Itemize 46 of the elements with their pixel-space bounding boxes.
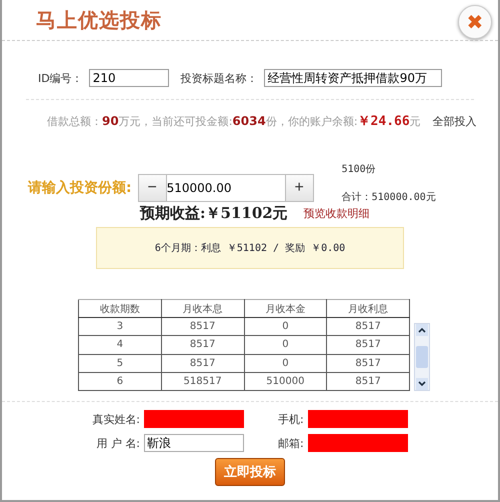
table-cell: 3: [78, 318, 162, 336]
column-header: 月收本息: [161, 300, 244, 318]
table-cell: 6: [78, 372, 162, 390]
table-cell: 8517: [161, 336, 244, 354]
scrollbar[interactable]: [414, 323, 430, 391]
field-label: ID编号：: [38, 70, 83, 86]
field-label: 手机:: [278, 412, 304, 426]
amount-label: 请输入投资份额:: [28, 179, 132, 197]
total-amount: 合计：510000.00元: [342, 190, 436, 204]
text-field[interactable]: 210: [88, 69, 169, 87]
field-label: 投资标题名称：: [180, 70, 258, 86]
field-label: 真实姓名:: [92, 412, 140, 426]
table-cell: 8517: [326, 318, 410, 336]
field-label: 邮箱:: [278, 436, 304, 450]
interest-notice: 6个月期：利息 ￥51102 / 奖励 ￥0.00: [96, 227, 404, 269]
minus-button[interactable]: −: [138, 174, 167, 202]
table-cell: 8517: [326, 354, 410, 372]
currency-unit: 元: [410, 114, 421, 128]
loan-summary: 借款总额：90万元，当前还可投金额:6034份，你的账户余额:: [47, 114, 358, 128]
field-label: 用 户 名:: [95, 436, 140, 450]
plus-button[interactable]: +: [284, 174, 314, 202]
column-header: 月收利息: [326, 300, 410, 318]
table-cell: 8517: [161, 318, 244, 336]
table-cell: 4: [78, 336, 162, 354]
amount-field[interactable]: 510000.00: [166, 174, 285, 202]
table-cell: 5: [78, 354, 162, 372]
invest-all-link[interactable]: 全部投入: [432, 114, 477, 128]
table-cell: 0: [244, 336, 327, 354]
expected-income: 预期收益:￥51102元: [140, 204, 288, 223]
table-cell: 510000: [244, 372, 327, 390]
table-cell: 8517: [161, 354, 244, 372]
table-cell: 8517: [326, 336, 410, 354]
table-cell: 518517: [161, 372, 244, 390]
column-header: 月收本金: [244, 300, 327, 318]
table-cell: 0: [244, 354, 327, 372]
input-field[interactable]: 靳浪: [144, 434, 244, 452]
chevron-down-icon[interactable]: [418, 381, 426, 387]
table-cell: 0: [244, 318, 327, 336]
preview-details-link[interactable]: 预览收款明细: [304, 206, 370, 221]
window-title: 马上优选投标: [36, 6, 162, 34]
account-balance: ￥24.66: [358, 113, 410, 130]
chevron-up-icon[interactable]: [418, 327, 426, 333]
share-count: 5100份: [342, 163, 377, 176]
table-cell: 8517: [326, 372, 410, 390]
column-header: 收款期数: [78, 300, 162, 318]
text-field[interactable]: 经营性周转资产抵押借款90万: [264, 69, 442, 87]
